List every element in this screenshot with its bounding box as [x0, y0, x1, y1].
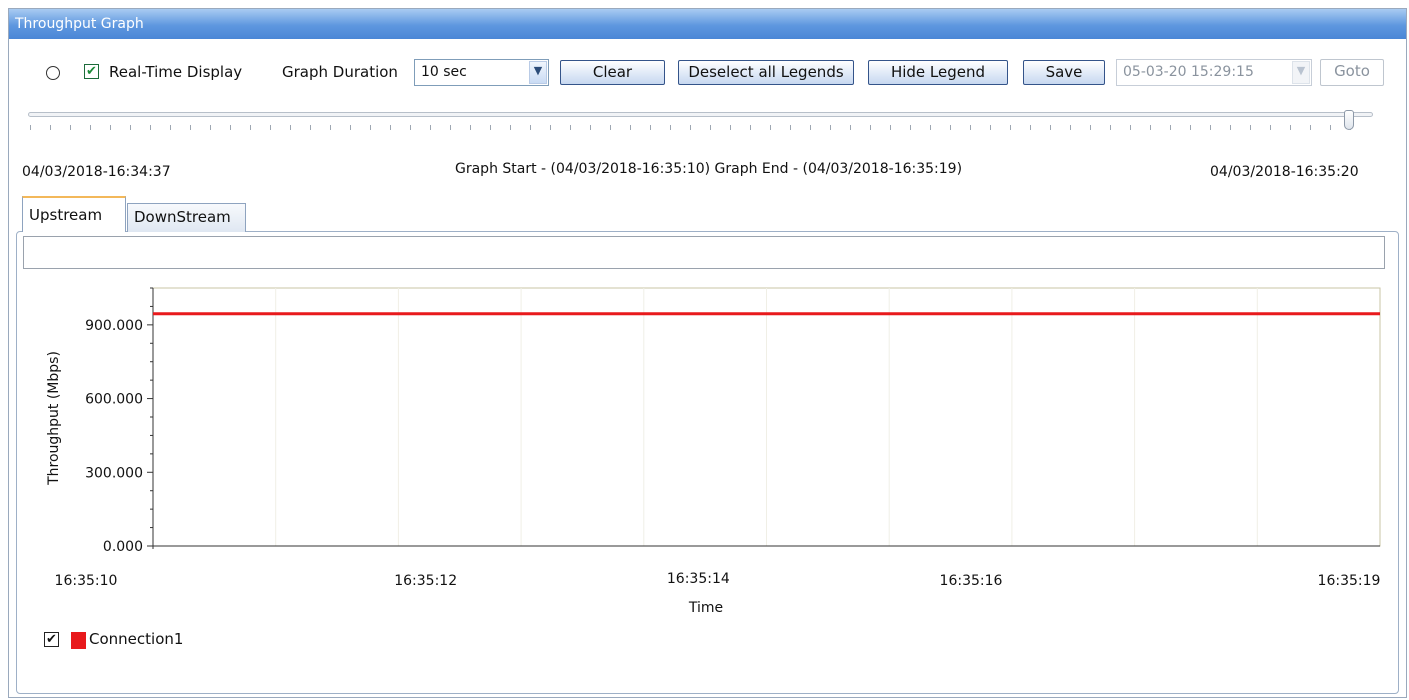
- tab-upstream[interactable]: Upstream: [22, 196, 126, 232]
- y-tick-label: 600.000: [85, 392, 143, 408]
- throughput-chart: 0.000 300.000 600.000 900.000 16:35:10 16:35:…: [46, 287, 1381, 616]
- legend-swatch-connection1: [71, 632, 86, 649]
- y-axis-label: Throughput (Mbps): [46, 351, 62, 486]
- x-tick-label: 16:35:14: [667, 571, 730, 587]
- x-tick-label: 16:35:10: [55, 573, 118, 589]
- y-tick-label: 900.000: [85, 318, 143, 334]
- y-tick-label: 0.000: [103, 539, 143, 555]
- legend-checkbox-connection1[interactable]: ✔: [44, 632, 59, 647]
- legend-label-connection1: Connection1: [89, 630, 184, 648]
- x-tick-label: 16:35:19: [1318, 573, 1381, 589]
- x-tick-label: 16:35:12: [394, 573, 457, 589]
- y-tick-label: 300.000: [85, 465, 143, 481]
- x-tick-label: 16:35:16: [940, 573, 1003, 589]
- x-axis-label: Time: [688, 600, 723, 616]
